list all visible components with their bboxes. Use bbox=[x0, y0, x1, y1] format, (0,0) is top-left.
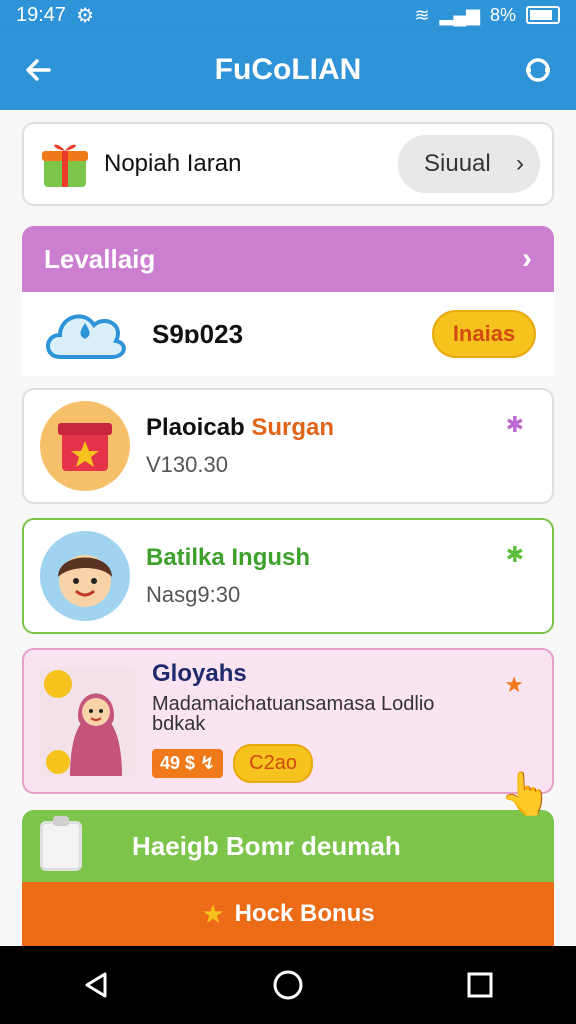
primary-action-label: Haeigb Bomr deumah bbox=[132, 830, 401, 861]
reward-sub: V130.30 bbox=[146, 452, 228, 477]
reward-sub: Nasg9:30 bbox=[146, 582, 241, 607]
chevron-right-icon: › bbox=[522, 242, 532, 275]
reward-name-accent: Surgan bbox=[251, 414, 335, 441]
wifi-icon: ≋ bbox=[414, 4, 430, 25]
promo-button[interactable]: Siuual › bbox=[398, 135, 540, 193]
star-icon[interactable]: ✱ bbox=[506, 542, 524, 568]
signal-icon: ▂▄▆ bbox=[439, 4, 480, 25]
bonus-label: Hock Bonus bbox=[234, 900, 375, 927]
battery-percent: 8% bbox=[489, 4, 516, 25]
cloud-drop-icon bbox=[40, 301, 130, 368]
chevron-right-icon: › bbox=[516, 150, 524, 177]
pointing-hand-icon: 👆 bbox=[499, 770, 552, 817]
gear-icon: ⚙ bbox=[76, 4, 94, 27]
promo-text: Nopiah Iaran bbox=[104, 150, 242, 177]
level-header[interactable]: Levallaig › bbox=[22, 226, 554, 292]
reward-name: Plaoicab Surgan bbox=[146, 414, 334, 442]
star-icon: ★ bbox=[201, 898, 225, 929]
clipboard-icon bbox=[40, 816, 82, 871]
reward-card[interactable]: Batilka Ingush Nasg9:30 ✱ bbox=[22, 518, 554, 634]
promo-card[interactable]: Nopiah Iaran Siuual › bbox=[22, 122, 554, 206]
status-time: 19:47 bbox=[16, 3, 67, 26]
reward-description: Madamaichatuansamasa Lodlio bdkak bbox=[152, 692, 435, 735]
content-area: Nopiah Iaran Siuual › Levallaig › S9ɒ023… bbox=[0, 110, 576, 946]
giftbox-icon bbox=[40, 401, 130, 491]
recents-square-icon[interactable] bbox=[450, 955, 510, 1015]
status-bar: 19:47 ⚙ ≋ ▂▄▆ 8% bbox=[0, 0, 576, 30]
bonus-button[interactable]: ★ Hock Bonus bbox=[22, 882, 554, 946]
back-arrow-icon[interactable] bbox=[18, 50, 58, 90]
promo-button-label: Siuual bbox=[424, 150, 491, 177]
level-row: S9ɒ023 Inaias bbox=[22, 292, 554, 376]
level-action-label: Inaias bbox=[452, 321, 516, 346]
reward-card-featured[interactable]: Gloyahs Madamaichatuansamasa Lodlio bdka… bbox=[22, 648, 554, 794]
back-triangle-icon[interactable] bbox=[66, 955, 126, 1015]
reward-card[interactable]: Plaoicab Surgan V130.30 ✱ bbox=[22, 388, 554, 504]
level-value: S9ɒ023 bbox=[152, 318, 244, 349]
level-title: Levallaig bbox=[44, 243, 156, 274]
reward-name: Gloyahs bbox=[152, 659, 247, 687]
gift-icon bbox=[38, 137, 92, 191]
system-nav-bar bbox=[0, 946, 576, 1024]
price-tag: 49 $ ↯ bbox=[152, 748, 224, 778]
child-avatar bbox=[40, 531, 130, 621]
support-icon[interactable] bbox=[518, 50, 558, 90]
app-title: FuCoLIAN bbox=[214, 53, 362, 86]
hijab-girl-image bbox=[40, 666, 136, 776]
level-action-button[interactable]: Inaias bbox=[432, 310, 536, 358]
claim-chip[interactable]: C2ao bbox=[233, 743, 313, 783]
star-icon[interactable]: ★ bbox=[504, 672, 524, 698]
reward-name-part: Plaoicab bbox=[146, 414, 252, 441]
primary-action-button[interactable]: Haeigb Bomr deumah bbox=[22, 810, 554, 882]
home-circle-icon[interactable] bbox=[258, 955, 318, 1015]
reward-name: Batilka Ingush bbox=[146, 544, 311, 571]
app-bar: FuCoLIAN bbox=[0, 30, 576, 110]
battery-icon bbox=[526, 6, 560, 24]
star-icon[interactable]: ✱ bbox=[506, 412, 524, 438]
